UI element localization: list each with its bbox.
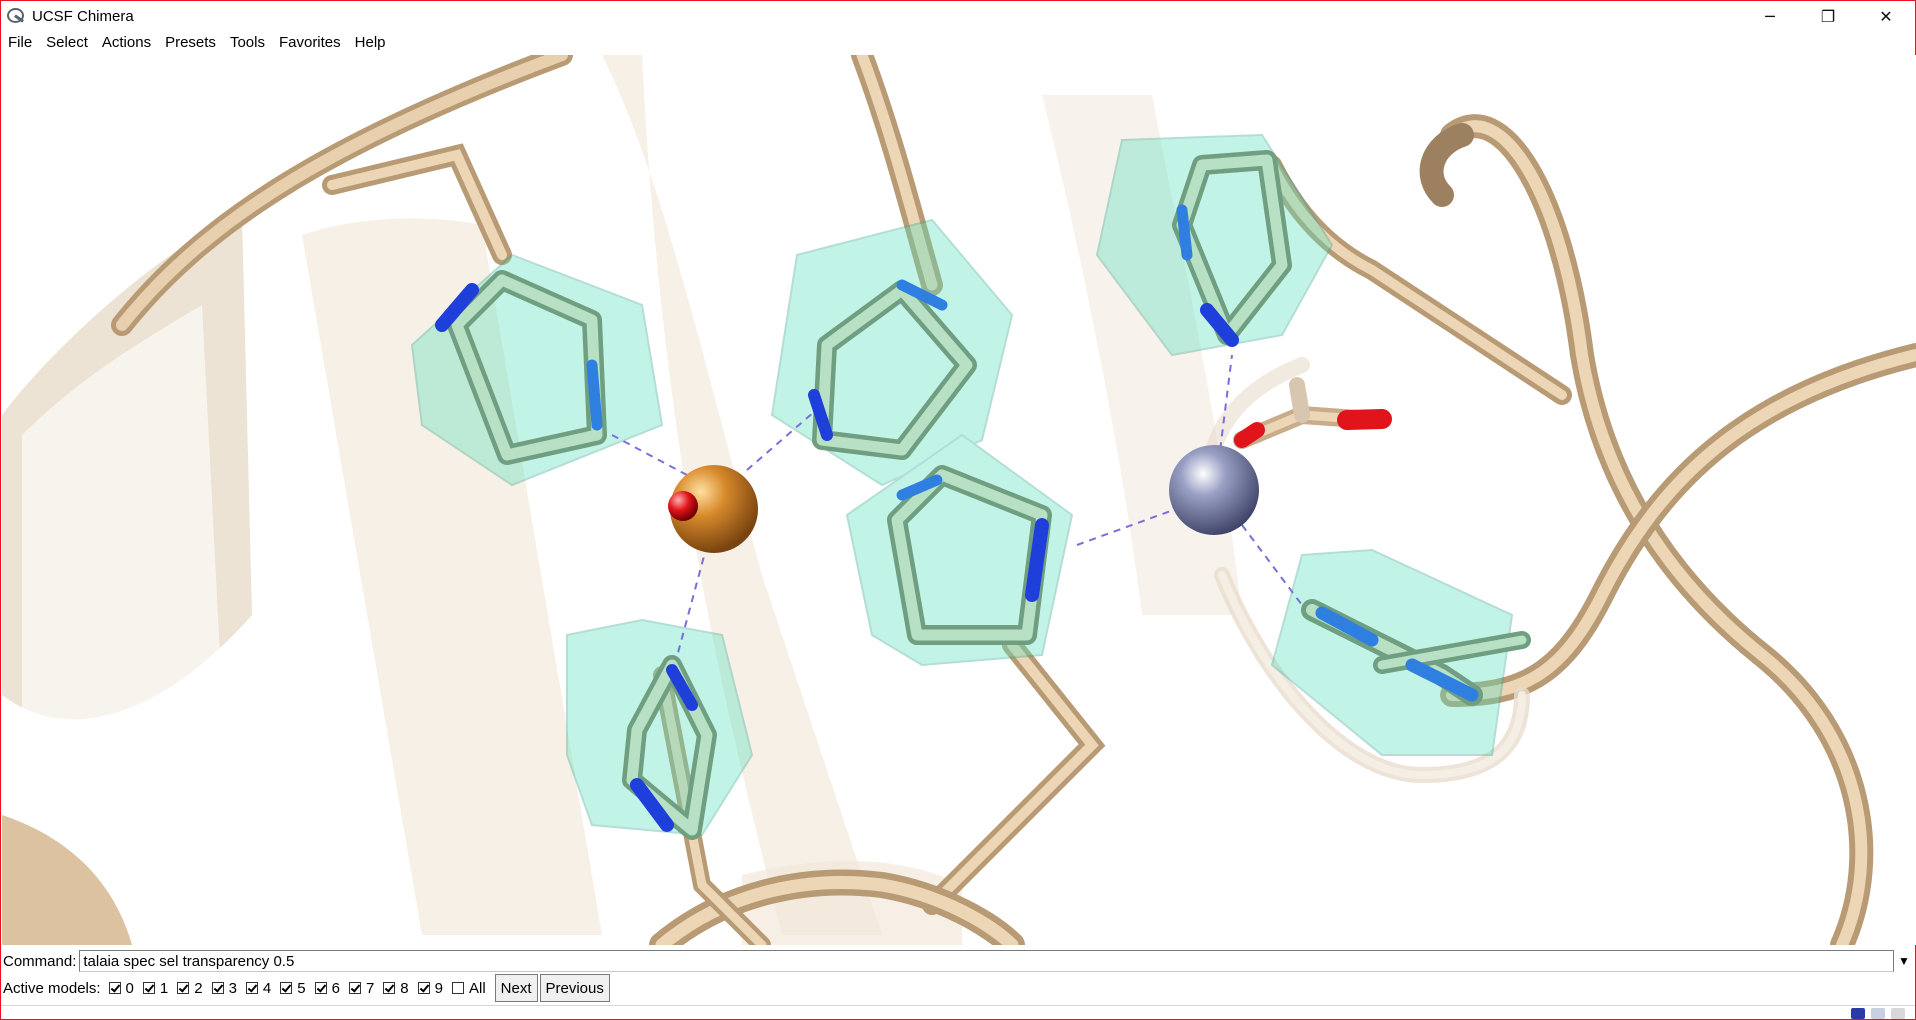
info-icon[interactable]: [1871, 1008, 1885, 1019]
model-5-label: 5: [297, 979, 306, 997]
model-9-label: 9: [434, 979, 443, 997]
model-5-checkbox[interactable]: [280, 982, 293, 994]
previous-button[interactable]: Previous: [539, 974, 610, 1002]
command-input[interactable]: [79, 950, 1895, 972]
molecule-viewport[interactable]: [2, 55, 1916, 945]
model-6-label: 6: [331, 979, 340, 997]
model-8-toggle[interactable]: 8: [383, 979, 409, 997]
model-all-toggle[interactable]: All: [451, 979, 486, 997]
model-2-label: 2: [194, 979, 203, 997]
menu-actions[interactable]: Actions: [95, 31, 158, 55]
model-4-label: 4: [262, 979, 272, 997]
model-7-toggle[interactable]: 7: [348, 979, 375, 997]
menu-help[interactable]: Help: [348, 31, 393, 55]
lightning-icon[interactable]: [1851, 1008, 1865, 1019]
model-6-checkbox[interactable]: [314, 982, 327, 994]
molecule-scene: [2, 55, 1916, 945]
status-icons: [1851, 1008, 1905, 1019]
active-models-label: Active models:: [3, 979, 101, 997]
window-controls: ─ ❐ ✕: [1741, 1, 1915, 31]
menu-favorites[interactable]: Favorites: [272, 31, 348, 55]
model-1-checkbox[interactable]: [142, 982, 155, 994]
model-0-toggle[interactable]: 0: [108, 979, 134, 997]
model-all-checkbox[interactable]: [451, 982, 464, 994]
status-bar: [1, 1005, 1915, 1019]
window-title: UCSF Chimera: [32, 7, 134, 25]
command-history-dropdown[interactable]: ▼: [1893, 949, 1915, 973]
model-2-checkbox[interactable]: [177, 982, 190, 994]
menu-select[interactable]: Select: [39, 31, 95, 55]
command-label: Command:: [3, 952, 77, 970]
model-2-toggle[interactable]: 2: [177, 979, 203, 997]
command-line: Command: ▼: [1, 949, 1915, 973]
model-3-label: 3: [228, 979, 237, 997]
model-4-checkbox[interactable]: [245, 982, 258, 994]
model-0-checkbox[interactable]: [108, 982, 121, 994]
model-9-checkbox[interactable]: [417, 982, 430, 994]
oxygen-atom: [668, 491, 698, 521]
menu-bar: File Select Actions Presets Tools Favori…: [1, 31, 1915, 55]
chimera-logo-icon: [6, 6, 26, 26]
active-models-bar: Active models: 0 1 2 3 4 5 6 7 8 9 All N…: [1, 974, 1915, 1002]
model-1-toggle[interactable]: 1: [142, 979, 169, 997]
model-7-label: 7: [365, 979, 375, 997]
chimera-window: UCSF Chimera ─ ❐ ✕ File Select Actions P…: [0, 0, 1916, 1020]
model-9-toggle[interactable]: 9: [417, 979, 443, 997]
model-3-checkbox[interactable]: [211, 982, 224, 994]
model-all-label: All: [468, 979, 486, 997]
magnifier-icon[interactable]: [1891, 1008, 1905, 1019]
model-6-toggle[interactable]: 6: [314, 979, 340, 997]
zinc-ion: [1169, 445, 1259, 535]
close-button[interactable]: ✕: [1857, 1, 1915, 31]
menu-file[interactable]: File: [1, 31, 39, 55]
next-button[interactable]: Next: [494, 974, 538, 1002]
minimize-button[interactable]: ─: [1741, 1, 1799, 31]
model-1-label: 1: [159, 979, 169, 997]
menu-tools[interactable]: Tools: [223, 31, 272, 55]
menu-presets[interactable]: Presets: [158, 31, 223, 55]
model-5-toggle[interactable]: 5: [280, 979, 306, 997]
model-7-checkbox[interactable]: [348, 982, 361, 994]
maximize-button[interactable]: ❐: [1799, 1, 1857, 31]
model-3-toggle[interactable]: 3: [211, 979, 237, 997]
model-8-label: 8: [400, 979, 409, 997]
model-4-toggle[interactable]: 4: [245, 979, 272, 997]
title-bar: UCSF Chimera ─ ❐ ✕: [1, 1, 1915, 31]
model-0-label: 0: [125, 979, 134, 997]
model-8-checkbox[interactable]: [383, 982, 396, 994]
